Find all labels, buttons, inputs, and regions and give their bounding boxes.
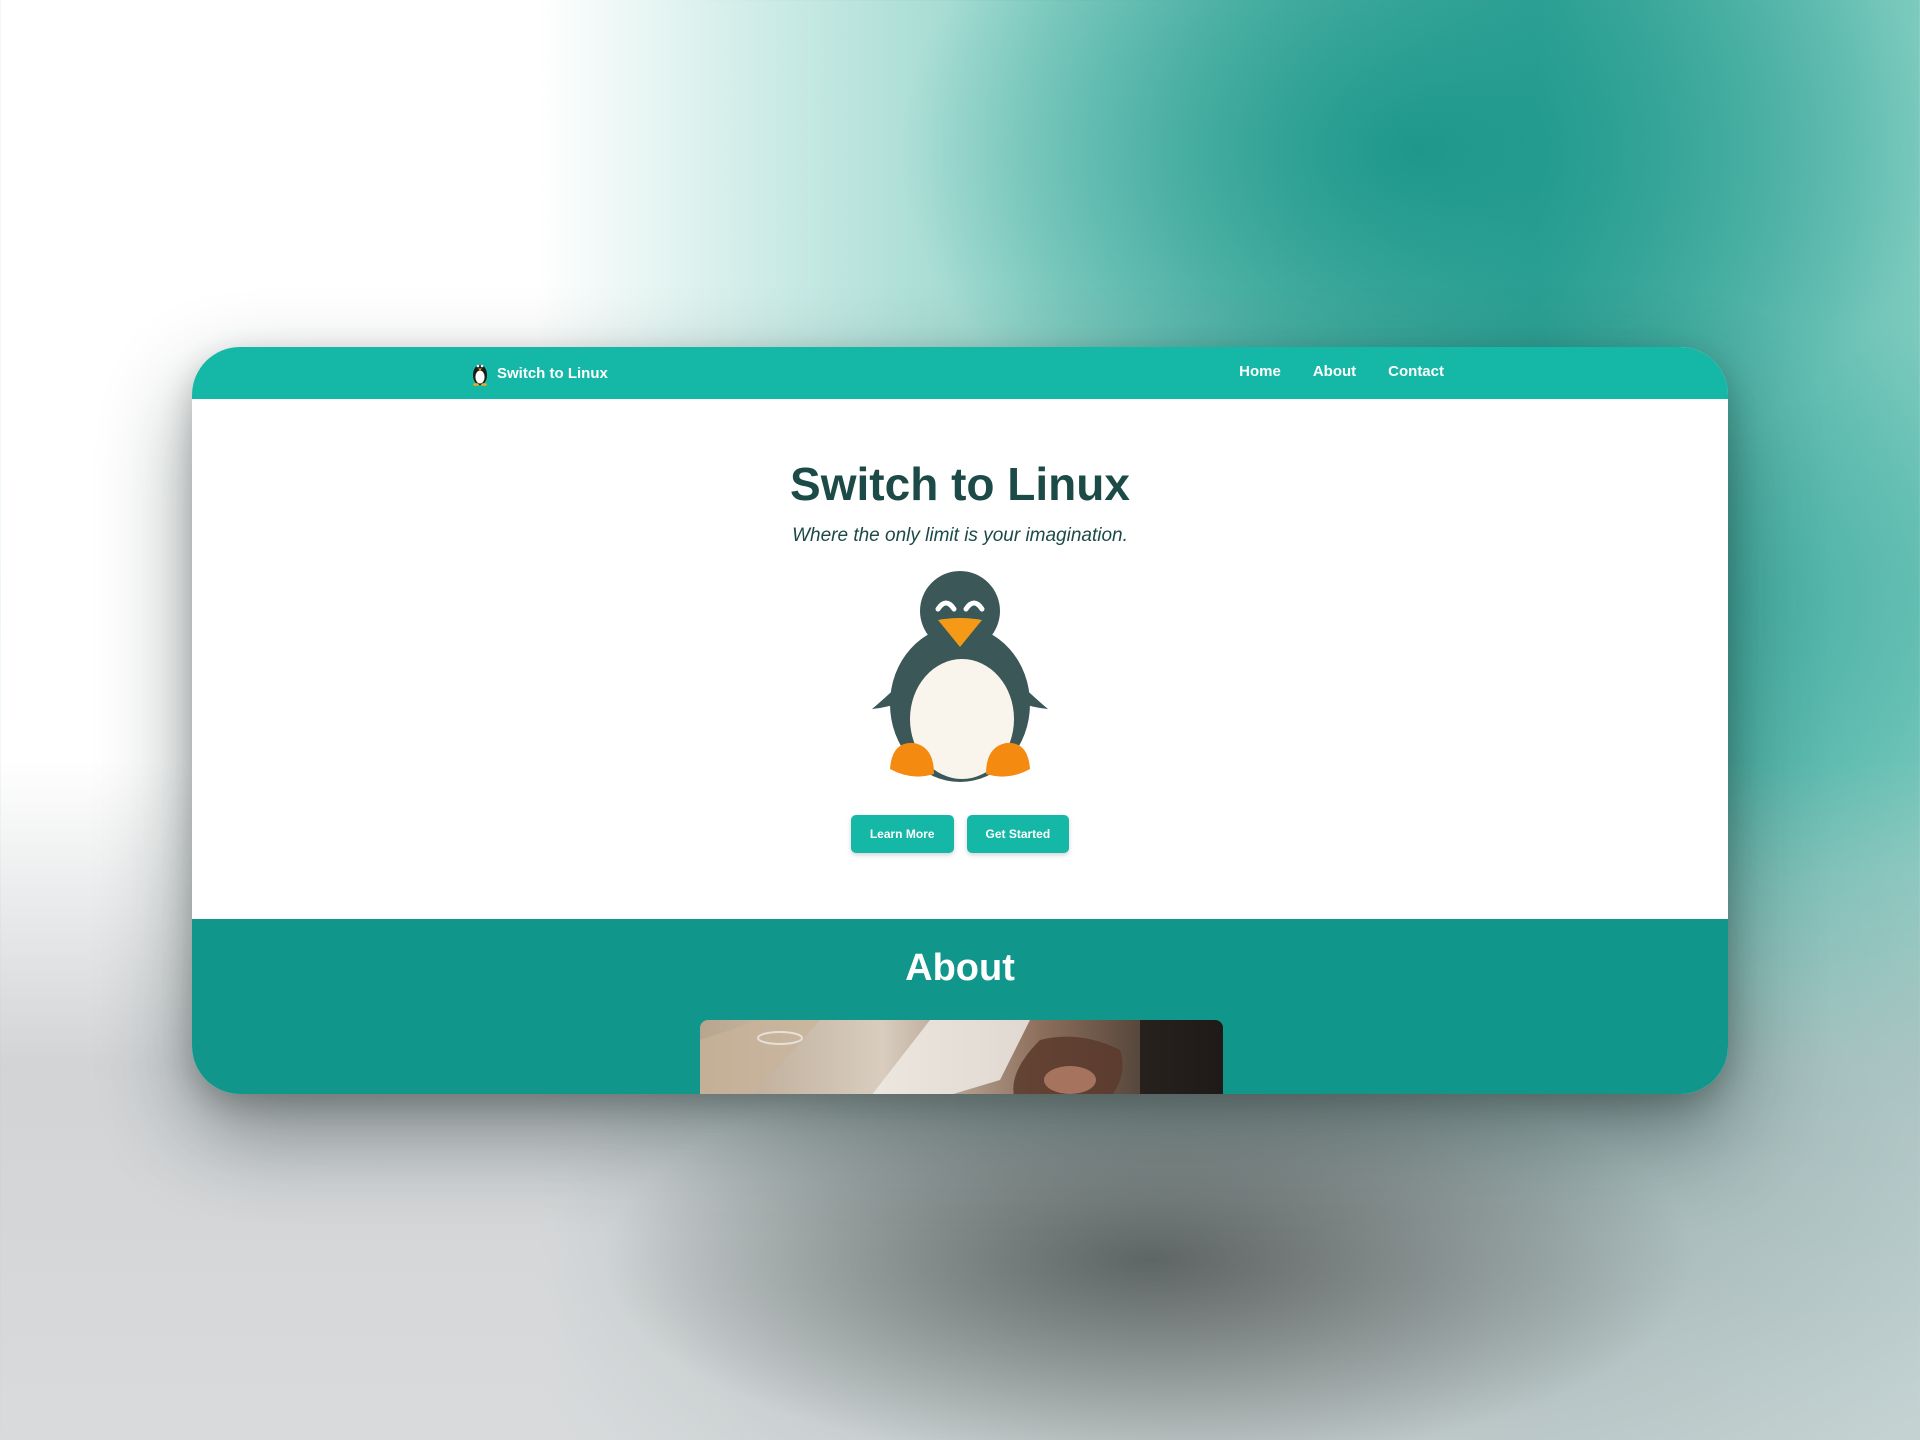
penguin-icon xyxy=(473,364,487,386)
brand-label: Switch to Linux xyxy=(497,364,608,382)
hero-section: Switch to Linux Where the only limit is … xyxy=(192,399,1728,919)
about-section: About xyxy=(192,919,1728,1094)
navbar: Switch to Linux Home About Contact xyxy=(192,347,1728,399)
hero-buttons: Learn More Get Started xyxy=(192,815,1728,853)
about-photo xyxy=(700,1020,1223,1094)
penguin-illustration xyxy=(872,571,1048,782)
brand-link[interactable]: Switch to Linux xyxy=(470,360,608,386)
nav-link-contact[interactable]: Contact xyxy=(1388,363,1444,380)
get-started-button[interactable]: Get Started xyxy=(966,815,1070,853)
learn-more-button[interactable]: Learn More xyxy=(850,815,954,853)
hero-title: Switch to Linux xyxy=(790,458,1130,510)
nav-link-about[interactable]: About xyxy=(1313,363,1356,380)
about-title: About xyxy=(905,947,1015,989)
browser-frame: Switch to Linux Home About Contact Switc… xyxy=(192,347,1728,1094)
background-shadow-blob xyxy=(600,1050,1700,1440)
nav-links: Home About Contact xyxy=(1239,363,1444,380)
nav-link-home[interactable]: Home xyxy=(1239,363,1281,380)
hero-subtitle: Where the only limit is your imagination… xyxy=(792,525,1128,546)
